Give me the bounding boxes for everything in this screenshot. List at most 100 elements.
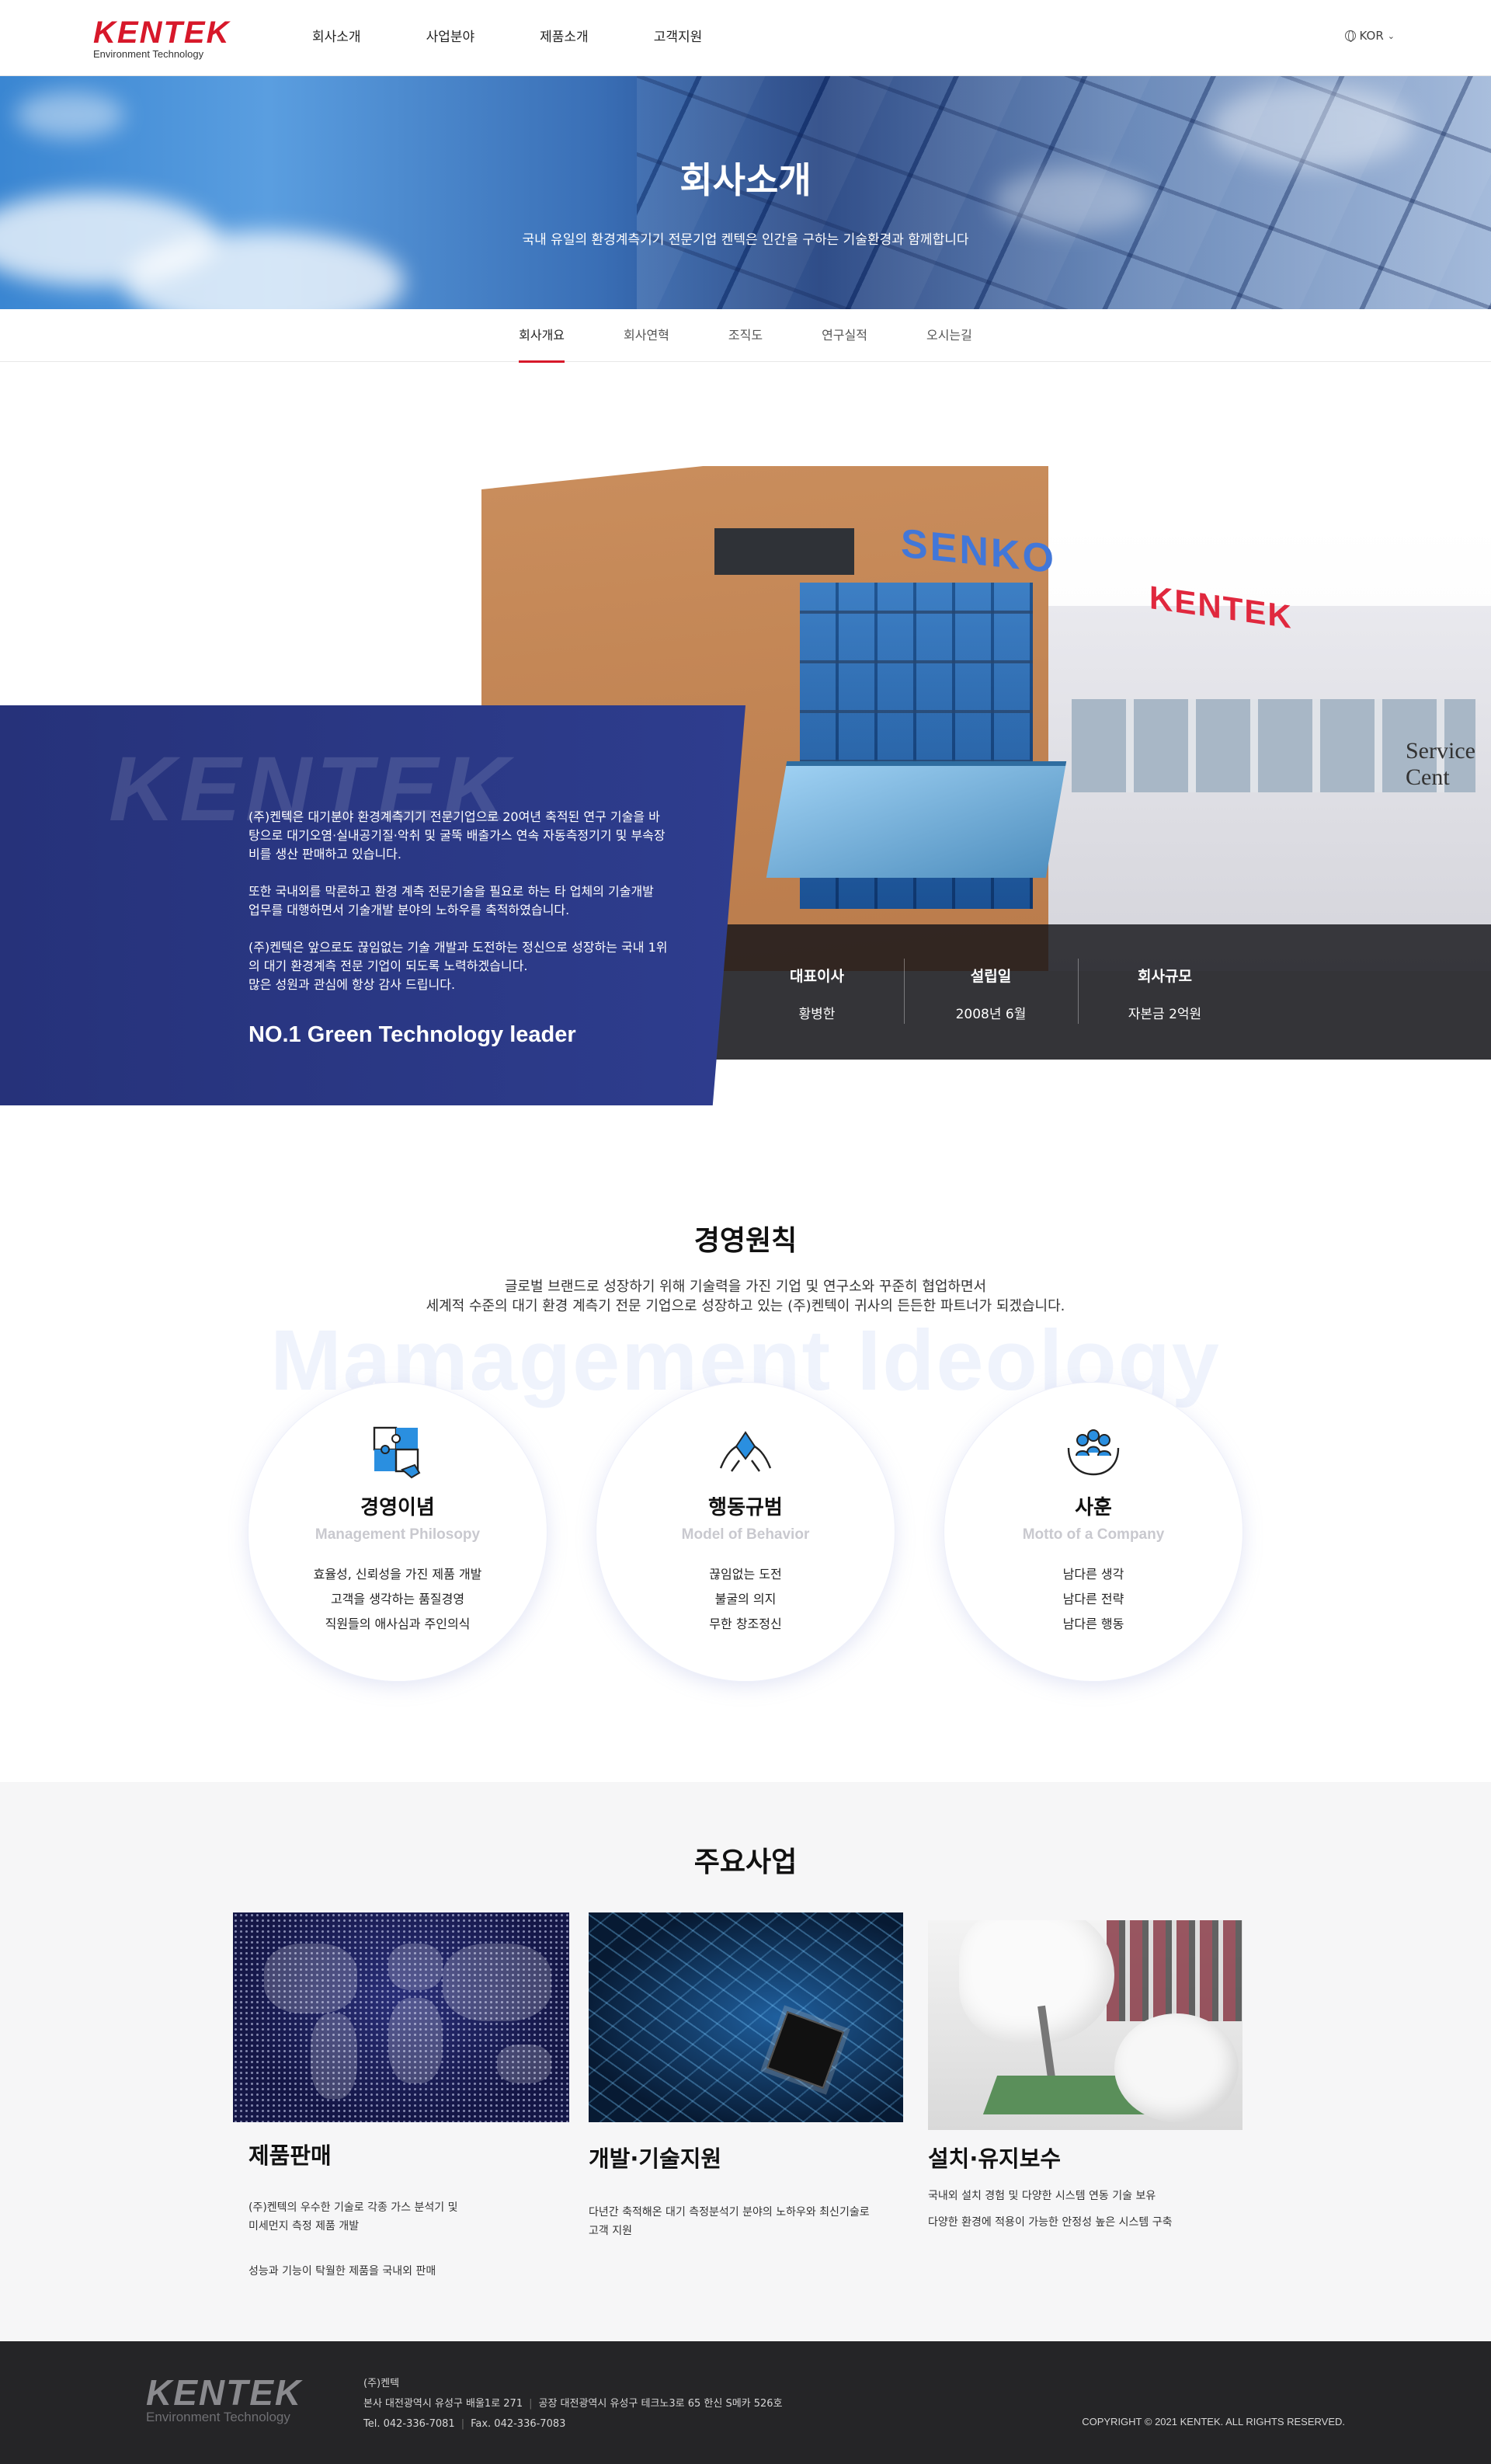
footer-logo: KENTEK Environment Technology bbox=[146, 2375, 302, 2425]
nav-item-support[interactable]: 고객지원 bbox=[654, 28, 703, 47]
business-card-line: 국내외 설치 경험 및 다양한 시스템 연동 기술 보유 bbox=[928, 2190, 1156, 2202]
principle-subtitle: Model of Behavior bbox=[681, 1526, 810, 1543]
principle-card-motto: 사훈 Motto of a Company 남다른 생각 남다른 전략 남다른 … bbox=[944, 1383, 1242, 1681]
footer-contact: Tel. 042-336-7081 | Fax. 042-336-7083 bbox=[363, 2418, 566, 2430]
continent-shape bbox=[497, 2045, 551, 2083]
principle-line: 남다른 행동 bbox=[1062, 1617, 1124, 1631]
globe-icon bbox=[1344, 30, 1356, 42]
logo-wordmark: KENTEK bbox=[93, 16, 231, 50]
stat-value: 자본금 2억원 bbox=[1128, 1007, 1202, 1022]
overview-paragraph: 또한 국내외를 막론하고 환경 계측 전문기술을 필요로 하는 타 업체의 기술… bbox=[248, 884, 654, 917]
stat-label: 대표이사 bbox=[790, 965, 844, 987]
tab-history[interactable]: 회사연혁 bbox=[624, 309, 669, 362]
management-desc-line: 글로벌 브랜드로 성장하기 위해 기술력을 가진 기업 및 연구소와 꾸준히 협… bbox=[504, 1279, 987, 1295]
stat-size: 회사규모 자본금 2억원 bbox=[1078, 924, 1252, 1060]
stat-value: 황병한 bbox=[798, 1007, 836, 1022]
page-subtitle: 국내 유일의 환경계측기기 전문기업 켄텍은 인간을 구하는 기술환경과 함께합… bbox=[522, 232, 969, 248]
principle-line: 고객을 생각하는 품질경영 bbox=[330, 1592, 465, 1606]
footer-fax: Fax. 042-336-7083 bbox=[471, 2418, 566, 2430]
principle-line: 불굴의 의지 bbox=[714, 1592, 777, 1606]
footer-factory-address: 공장 대전광역시 유성구 테크노3로 65 한신 S메카 526호 bbox=[538, 2398, 783, 2410]
footer-address: 본사 대전광역시 유성구 배울1로 271 | 공장 대전광역시 유성구 테크노3로… bbox=[363, 2398, 783, 2410]
footer-tel: Tel. 042-336-7081 bbox=[363, 2418, 455, 2430]
language-selector[interactable]: KOR ⌄ bbox=[1344, 29, 1395, 43]
principle-line: 남다른 생각 bbox=[1062, 1567, 1124, 1582]
nav-item-company[interactable]: 회사소개 bbox=[312, 28, 361, 47]
management-description: 글로벌 브랜드로 성장하기 위해 기술력을 가진 기업 및 연구소와 꾸준히 협… bbox=[0, 1277, 1491, 1316]
tab-research[interactable]: 연구실적 bbox=[822, 309, 867, 362]
principle-subtitle: Motto of a Company bbox=[1022, 1526, 1165, 1543]
glove-shape bbox=[959, 1920, 1114, 2045]
footer-logo-wordmark: KENTEK bbox=[146, 2372, 303, 2413]
logo-tagline: Environment Technology bbox=[93, 48, 204, 60]
sub-navigation: 회사개요 회사연혁 조직도 연구실적 오시는길 bbox=[0, 309, 1491, 363]
principle-card-behavior: 행동규범 Model of Behavior 끊임없는 도전 불굴의 의지 무한… bbox=[596, 1383, 895, 1681]
maintenance-image[interactable] bbox=[928, 1920, 1242, 2130]
main-nav: 회사소개 사업분야 제품소개 고객지원 bbox=[312, 28, 767, 47]
business-card-title: 설치·유지보수 bbox=[928, 2146, 1062, 2172]
stat-label: 설립일 bbox=[970, 965, 1012, 987]
overview-paragraph: (주)켄텍은 대기분야 환경계측기기 전문기업으로 20여년 축적된 연구 기술… bbox=[248, 809, 666, 861]
business-card-line: 다년간 축적해온 대기 측정분석기 분야의 노하우와 최신기술로 고객 지원 bbox=[589, 2206, 870, 2237]
footer-company-info: (주)켄텍 본사 대전광역시 유성구 배울1로 271 | 공장 대전광역시 유성구… bbox=[363, 2374, 783, 2434]
section-title-management: 경영원칙 bbox=[693, 1225, 798, 1257]
circuit-chip-image[interactable] bbox=[589, 1912, 903, 2122]
business-card-line: 성능과 기능이 탁월한 제품을 국내외 판매 bbox=[248, 2265, 436, 2278]
overview-paragraph: (주)켄텍은 앞으로도 끊임없는 기술 개발과 도전하는 정신으로 성장하는 국… bbox=[248, 940, 668, 992]
page-title: 회사소개 bbox=[679, 159, 812, 201]
handshake-icon bbox=[716, 1422, 775, 1481]
company-stats: 대표이사 황병한 설립일 2008년 6월 회사규모 자본금 2억원 bbox=[714, 924, 1491, 1060]
stat-value: 2008년 6월 bbox=[955, 1007, 1027, 1022]
roof-panel bbox=[714, 528, 854, 575]
principle-card-philosophy: 경영이념 Management Philosopy 효율성, 신뢰성을 가진 제… bbox=[248, 1383, 547, 1681]
building-sign-service: Service Cent bbox=[1406, 738, 1475, 790]
business-card-text: 국내외 설치 경험 및 다양한 시스템 연동 기술 보유 다양한 환경에 적용이… bbox=[928, 2187, 1173, 2240]
business-card-line: (주)켄텍의 우수한 기술로 각종 가스 분석기 및 미세먼지 측정 제품 개발 bbox=[248, 2201, 458, 2233]
continent-shape bbox=[311, 2013, 357, 2099]
principle-line: 효율성, 신뢰성을 가진 제품 개발 bbox=[313, 1567, 482, 1582]
chevron-down-icon: ⌄ bbox=[1387, 30, 1395, 41]
principle-line: 끊임없는 도전 bbox=[709, 1567, 782, 1582]
continent-shape bbox=[264, 1944, 357, 2013]
continent-shape bbox=[388, 1944, 443, 1990]
stat-ceo: 대표이사 황병한 bbox=[730, 924, 904, 1060]
hero-banner: 회사소개 국내 유일의 환경계측기기 전문기업 켄텍은 인간을 구하는 기술환경… bbox=[0, 76, 1491, 309]
principle-line: 남다른 전략 bbox=[1062, 1592, 1124, 1606]
footer-hq-address: 본사 대전광역시 유성구 배울1로 271 bbox=[363, 2398, 523, 2410]
principle-line: 직원들의 애사심과 주인의식 bbox=[325, 1617, 471, 1631]
stat-founded: 설립일 2008년 6월 bbox=[904, 924, 1078, 1060]
principle-title: 경영이념 bbox=[360, 1496, 435, 1519]
business-card-title: 제품판매 bbox=[248, 2142, 332, 2169]
footer-copyright: COPYRIGHT © 2021 KENTEK. ALL RIGHTS RESE… bbox=[1082, 2416, 1345, 2427]
business-card-text: (주)켄텍의 우수한 기술로 각종 가스 분석기 및 미세먼지 측정 제품 개발… bbox=[248, 2180, 457, 2307]
continent-shape bbox=[388, 1998, 443, 2083]
glove-shape bbox=[1114, 2013, 1239, 2122]
footer-logo-tagline: Environment Technology bbox=[146, 2410, 290, 2424]
tab-overview[interactable]: 회사개요 bbox=[519, 309, 565, 363]
business-card-title: 개발·기술지원 bbox=[589, 2146, 722, 2172]
principle-title: 사훈 bbox=[1075, 1496, 1112, 1519]
nav-item-business[interactable]: 사업분야 bbox=[426, 28, 475, 47]
nav-item-products[interactable]: 제품소개 bbox=[540, 28, 589, 47]
continent-shape bbox=[443, 1944, 551, 2021]
principle-title: 행동규범 bbox=[708, 1496, 783, 1519]
business-card-line: 다양한 환경에 적용이 가능한 안정성 높은 시스템 구축 bbox=[928, 2216, 1173, 2229]
logo[interactable]: KENTEK Environment Technology bbox=[93, 16, 231, 61]
cloud-decoration bbox=[16, 92, 124, 138]
tab-organization[interactable]: 조직도 bbox=[728, 309, 763, 362]
overview-slogan: NO.1 Green Technology leader bbox=[248, 1022, 576, 1047]
tab-location[interactable]: 오시는길 bbox=[926, 309, 972, 362]
site-header: KENTEK Environment Technology 회사소개 사업분야 … bbox=[0, 0, 1491, 76]
principle-subtitle: Management Philosopy bbox=[315, 1526, 481, 1543]
puzzle-icon bbox=[368, 1422, 427, 1481]
people-hands-icon bbox=[1064, 1422, 1123, 1481]
business-card-text: 다년간 축적해온 대기 측정분석기 분야의 노하우와 최신기술로 고객 지원 bbox=[589, 2184, 870, 2267]
overview-text: (주)켄텍은 대기분야 환경계측기기 전문기업으로 20여년 축적된 연구 기술… bbox=[248, 808, 668, 1013]
glass-canopy bbox=[766, 761, 1067, 878]
stat-label: 회사규모 bbox=[1138, 965, 1192, 987]
world-map-image[interactable] bbox=[233, 1912, 569, 2122]
principle-line: 무한 창조정신 bbox=[709, 1617, 782, 1631]
section-title-business: 주요사업 bbox=[693, 1846, 798, 1878]
language-label: KOR bbox=[1359, 29, 1384, 43]
footer-company-name: (주)켄텍 bbox=[363, 2378, 400, 2389]
